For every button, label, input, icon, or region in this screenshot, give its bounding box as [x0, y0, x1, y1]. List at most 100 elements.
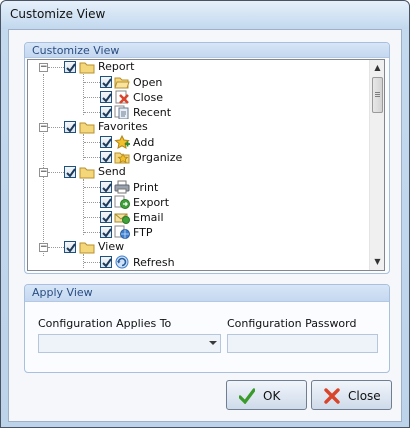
tree-node-recent[interactable]: Recent — [28, 105, 368, 120]
green-check-icon — [239, 388, 255, 404]
folder-icon — [79, 241, 95, 255]
checkmark-icon — [66, 243, 76, 253]
tree-label-recent: Recent — [133, 106, 172, 119]
checkmark-icon — [66, 63, 76, 73]
customize-view-dialog: Customize View Customize View − Report O… — [0, 0, 410, 428]
tree-node-view[interactable]: − View — [28, 240, 368, 255]
folder-icon — [79, 121, 95, 135]
customize-view-group: Customize View − Report Open Close Recen… — [24, 42, 390, 274]
checkbox-print[interactable] — [100, 181, 112, 193]
close-button[interactable]: Close — [311, 380, 392, 410]
checkbox-add[interactable] — [100, 136, 112, 148]
window-title: Customize View — [10, 7, 106, 21]
tree-node-favorites[interactable]: − Favorites — [28, 120, 368, 135]
scroll-down-icon[interactable]: ▼ — [370, 254, 384, 270]
ok-button-label: OK — [263, 389, 281, 403]
customize-tree[interactable]: − Report Open Close Recent − Favorites A… — [27, 59, 385, 271]
checkbox-ftp[interactable] — [100, 226, 112, 238]
tree-label-print: Print — [133, 181, 159, 194]
export-icon — [114, 195, 130, 209]
recent-documents-icon — [114, 105, 130, 120]
checkbox-export[interactable] — [100, 196, 112, 208]
tree-label-ftp: FTP — [133, 226, 153, 239]
tree-node-refresh[interactable]: Refresh — [28, 255, 368, 270]
tree-label-organize: Organize — [133, 151, 183, 164]
tree-label-view: View — [98, 240, 125, 253]
printer-icon — [114, 180, 130, 194]
checkmark-icon — [102, 213, 112, 223]
red-x-icon — [324, 388, 340, 404]
email-icon — [114, 210, 130, 224]
tree-label-export: Export — [133, 196, 170, 209]
folder-icon — [79, 61, 95, 75]
tree-label-refresh: Refresh — [133, 256, 175, 269]
tree-scrollbar[interactable]: ▲ ▼ — [369, 60, 384, 270]
organize-favorites-icon — [114, 150, 130, 164]
checkbox-email[interactable] — [100, 211, 112, 223]
tree-node-add[interactable]: Add — [28, 134, 368, 150]
password-input[interactable] — [227, 334, 378, 353]
tree-label-favorites: Favorites — [98, 120, 148, 133]
add-favorite-icon — [114, 134, 130, 149]
tree-node-close[interactable]: Close — [28, 90, 368, 105]
tree-label-add: Add — [133, 136, 155, 149]
checkbox-close[interactable] — [100, 91, 112, 103]
apply-view-header: Apply View — [25, 285, 389, 302]
tree-node-open[interactable]: Open — [28, 75, 368, 90]
collapse-icon[interactable]: − — [39, 63, 48, 72]
checkbox-view[interactable] — [64, 241, 76, 253]
tree-label-report: Report — [98, 60, 135, 73]
tree-node-email[interactable]: Email — [28, 210, 368, 225]
checkbox-recent[interactable] — [100, 106, 112, 118]
scroll-up-icon[interactable]: ▲ — [370, 60, 384, 76]
checkmark-icon — [102, 198, 112, 208]
tree-node-report[interactable]: − Report — [28, 60, 368, 75]
customize-view-title: Customize View — [32, 44, 120, 57]
customize-view-header: Customize View — [25, 43, 389, 58]
checkbox-organize[interactable] — [100, 151, 112, 163]
tree-node-export[interactable]: Export — [28, 195, 368, 210]
checkbox-send[interactable] — [64, 166, 76, 178]
checkmark-icon — [66, 123, 76, 133]
close-button-label: Close — [348, 389, 381, 403]
checkmark-icon — [102, 258, 112, 268]
tree-label-send: Send — [98, 165, 126, 178]
tree-label-close: Close — [133, 91, 163, 104]
refresh-icon — [114, 255, 130, 269]
tree-node-ftp[interactable]: FTP — [28, 225, 368, 240]
folder-icon — [79, 166, 95, 180]
tree-node-send[interactable]: − Send — [28, 165, 368, 180]
collapse-icon[interactable]: − — [39, 123, 48, 132]
close-document-icon — [114, 90, 130, 104]
apply-view-title: Apply View — [32, 286, 93, 299]
tree-node-organize[interactable]: Organize — [28, 150, 368, 165]
title-bar[interactable]: Customize View — [1, 1, 409, 29]
checkbox-report[interactable] — [64, 61, 76, 73]
checkbox-favorites[interactable] — [64, 121, 76, 133]
collapse-icon[interactable]: − — [39, 243, 48, 252]
dialog-body: Customize View − Report Open Close Recen… — [8, 29, 402, 422]
apply-view-group: Apply View Configuration Applies To Conf… — [24, 284, 390, 373]
chevron-down-icon[interactable] — [209, 341, 217, 345]
checkmark-icon — [102, 138, 112, 148]
collapse-icon[interactable]: − — [39, 168, 48, 177]
open-folder-icon — [114, 75, 130, 89]
applies-to-combobox[interactable] — [38, 334, 221, 353]
password-label: Configuration Password — [227, 317, 357, 330]
checkmark-icon — [102, 93, 112, 103]
checkbox-refresh[interactable] — [100, 256, 112, 268]
scroll-thumb[interactable] — [372, 77, 383, 113]
checkmark-icon — [102, 78, 112, 88]
applies-to-label: Configuration Applies To — [38, 317, 172, 330]
checkmark-icon — [66, 168, 76, 178]
tree-label-open: Open — [133, 76, 163, 89]
tree-label-email: Email — [133, 211, 164, 224]
checkmark-icon — [102, 153, 112, 163]
checkmark-icon — [102, 228, 112, 238]
checkbox-open[interactable] — [100, 76, 112, 88]
ok-button[interactable]: OK — [226, 380, 307, 410]
ftp-icon — [114, 225, 130, 239]
checkmark-icon — [102, 183, 112, 193]
checkmark-icon — [102, 108, 112, 118]
tree-node-print[interactable]: Print — [28, 180, 368, 195]
